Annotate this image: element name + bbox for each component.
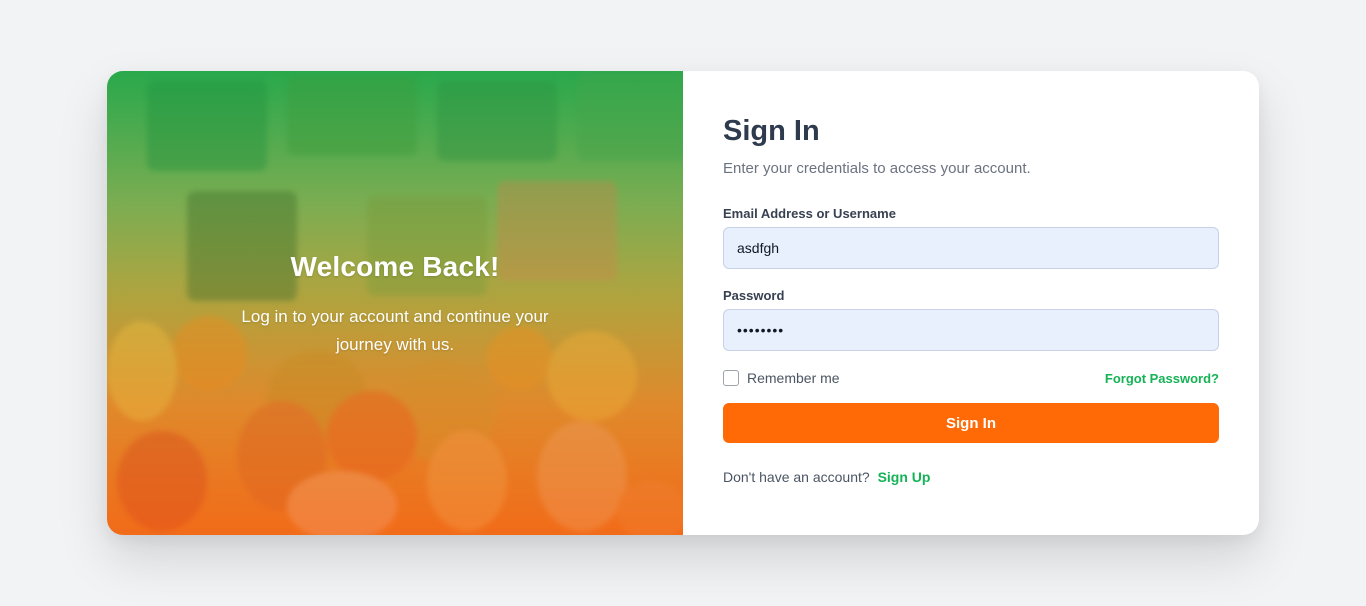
checkbox-unchecked-icon[interactable] xyxy=(723,370,739,386)
password-label: Password xyxy=(723,288,785,303)
login-card: Welcome Back! Log in to your account and… xyxy=(107,71,1259,535)
forgot-password-link[interactable]: Forgot Password? xyxy=(1105,371,1219,386)
email-input[interactable]: asdfgh xyxy=(723,227,1219,269)
signup-prompt: Don't have an account? xyxy=(723,469,870,485)
hero-panel: Welcome Back! Log in to your account and… xyxy=(107,71,683,535)
sign-up-link[interactable]: Sign Up xyxy=(878,469,931,485)
form-options-row: Remember me Forgot Password? xyxy=(723,369,1219,387)
hero-text-block: Welcome Back! Log in to your account and… xyxy=(107,251,683,359)
remember-me-toggle[interactable]: Remember me xyxy=(723,370,840,386)
hero-title: Welcome Back! xyxy=(290,251,500,282)
password-input[interactable]: •••••••• xyxy=(723,309,1219,351)
sign-in-button[interactable]: Sign In xyxy=(723,403,1219,443)
email-label: Email Address or Username xyxy=(723,206,896,221)
remember-me-label[interactable]: Remember me xyxy=(747,370,840,386)
signin-form-panel: Sign In Enter your credentials to access… xyxy=(683,71,1259,535)
form-subtitle: Enter your credentials to access your ac… xyxy=(723,160,1031,177)
hero-subtitle: Log in to your account and continue your… xyxy=(241,307,549,354)
signup-row: Don't have an account? Sign Up xyxy=(723,469,1219,485)
form-title: Sign In xyxy=(723,115,820,147)
